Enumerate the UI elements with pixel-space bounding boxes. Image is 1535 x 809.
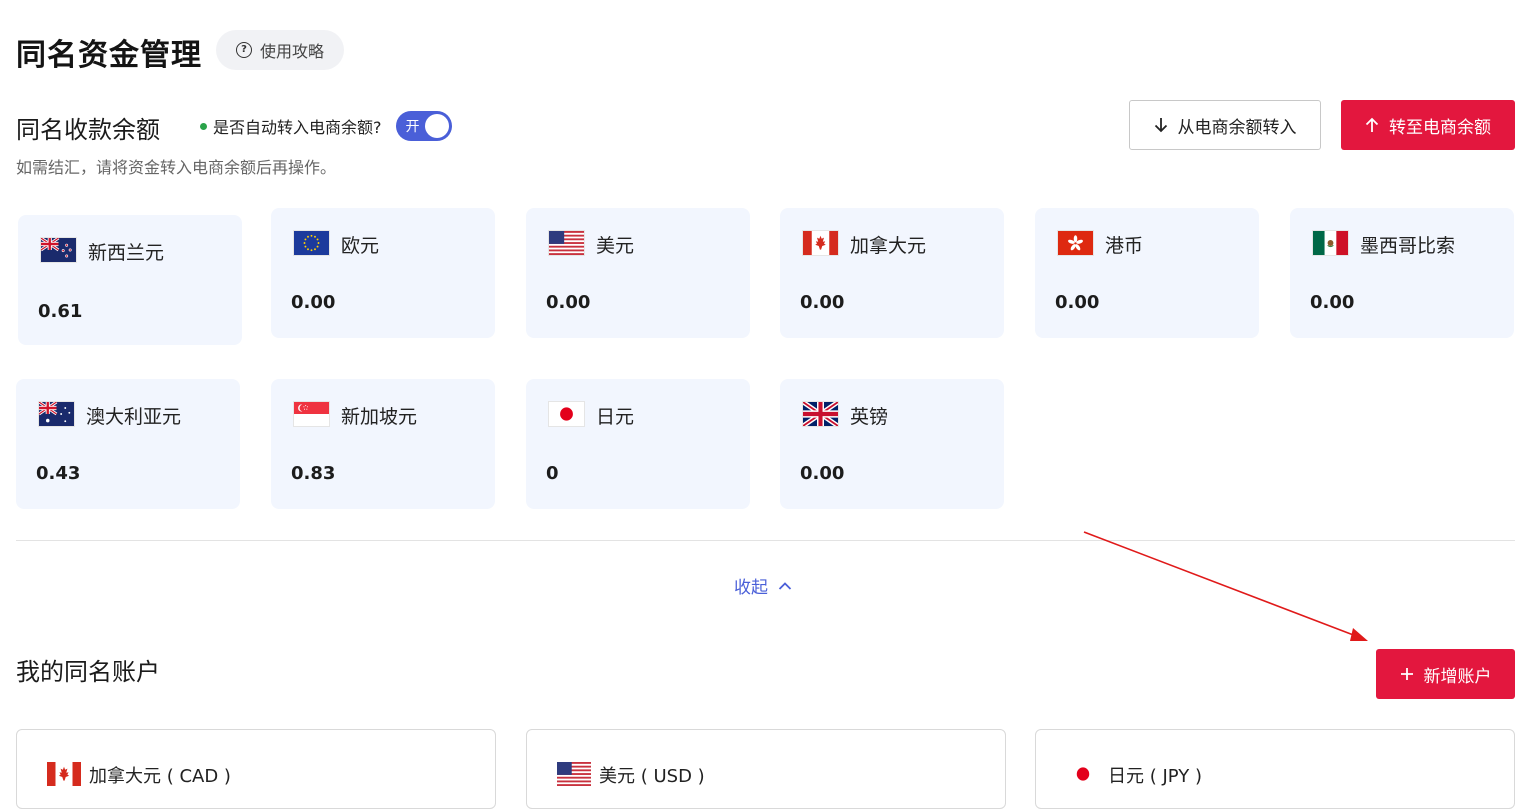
currency-name: 新西兰元 [88, 242, 165, 264]
currency-name: 英镑 [850, 406, 889, 428]
currency-amount: 0.43 [36, 463, 81, 484]
au-flag-icon [38, 401, 75, 427]
currency-card-eur[interactable]: 欧元 0.00 [271, 208, 495, 338]
ca-flag-icon [802, 230, 839, 256]
section-divider [16, 540, 1515, 541]
chevron-up-icon [778, 581, 792, 590]
currency-card-hkd[interactable]: 港币 0.00 [1035, 208, 1259, 338]
currency-card-cad[interactable]: 加拿大元 0.00 [780, 208, 1004, 338]
usage-guide-label: 使用攻略 [259, 42, 324, 61]
currency-name: 加拿大元 [850, 235, 927, 257]
arrow-down-icon [1154, 118, 1167, 133]
currency-amount: 0.61 [38, 301, 83, 322]
account-card-jpy[interactable]: 日元 ( JPY ) [1035, 729, 1515, 809]
mx-flag-icon [1312, 230, 1349, 256]
currency-amount: 0.00 [291, 292, 336, 313]
collapse-toggle[interactable]: 收起 [734, 573, 792, 598]
currency-card-mxn[interactable]: 墨西哥比索 0.00 [1290, 208, 1514, 338]
us-flag-icon [557, 762, 591, 786]
eu-flag-icon [293, 230, 330, 256]
jp-flag-icon [1066, 762, 1100, 786]
account-name: 日元 ( JPY ) [1108, 766, 1202, 787]
currency-card-usd[interactable]: 美元 0.00 [526, 208, 750, 338]
transfer-out-label: 转至电商余额 [1389, 117, 1491, 138]
currency-name: 日元 [596, 406, 635, 428]
hk-flag-icon [1057, 230, 1094, 256]
auto-transfer-setting: 是否自动转入电商余额? 开 [200, 111, 452, 141]
sg-flag-icon [293, 401, 330, 427]
plus-icon [1400, 668, 1413, 680]
currency-name: 港币 [1105, 235, 1144, 257]
currency-amount: 0.83 [291, 463, 336, 484]
currency-card-nzd[interactable]: 新西兰元 0.61 [18, 215, 242, 345]
collapse-label: 收起 [734, 578, 768, 598]
annotation-arrow-head [1350, 628, 1368, 641]
transfer-out-button[interactable]: 转至电商余额 [1341, 100, 1515, 150]
currency-amount: 0.00 [1310, 292, 1355, 313]
arrow-up-icon [1365, 117, 1379, 132]
currency-card-gbp[interactable]: 英镑 0.00 [780, 379, 1004, 509]
add-account-button[interactable]: 新增账户 [1376, 649, 1515, 699]
currency-card-sgd[interactable]: 新加坡元 0.83 [271, 379, 495, 509]
account-card-cad[interactable]: 加拿大元 ( CAD ) [16, 729, 496, 809]
account-card-usd[interactable]: 美元 ( USD ) [526, 729, 1006, 809]
page-title: 同名资金管理 [16, 38, 202, 73]
currency-name: 澳大利亚元 [86, 406, 182, 428]
toggle-label: 开 [405, 119, 420, 135]
jp-flag-icon [548, 401, 585, 427]
account-name: 加拿大元 ( CAD ) [89, 766, 231, 787]
auto-transfer-toggle[interactable]: 开 [395, 111, 452, 141]
gb-flag-icon [802, 401, 839, 427]
exchange-hint: 如需结汇，请将资金转入电商余额后再操作。 [16, 158, 337, 177]
nz-flag-icon [40, 237, 77, 263]
currency-amount: 0.00 [800, 292, 845, 313]
currency-amount: 0.00 [800, 463, 845, 484]
account-name: 美元 ( USD ) [599, 766, 705, 787]
question-circle-icon: ? [235, 42, 252, 58]
annotation-arrow-line [1083, 531, 1357, 637]
transfer-in-label: 从电商余额转入 [1177, 117, 1297, 138]
currency-amount: 0 [546, 463, 559, 484]
auto-transfer-label: 是否自动转入电商余额? [213, 118, 382, 137]
accounts-section-title: 我的同名账户 [16, 658, 160, 686]
currency-name: 新加坡元 [341, 406, 418, 428]
currency-name: 美元 [596, 235, 635, 257]
status-dot-icon [200, 122, 207, 130]
currency-card-jpy[interactable]: 日元 0 [526, 379, 750, 509]
currency-name: 欧元 [341, 235, 380, 257]
currency-name: 墨西哥比索 [1360, 235, 1456, 257]
currency-amount: 0.00 [546, 292, 591, 313]
currency-card-aud[interactable]: 澳大利亚元 0.43 [16, 379, 240, 509]
transfer-in-button[interactable]: 从电商余额转入 [1129, 100, 1321, 150]
us-flag-icon [548, 230, 585, 256]
toggle-knob [424, 114, 449, 138]
ca-flag-icon [47, 762, 81, 786]
usage-guide-button[interactable]: ? 使用攻略 [216, 30, 344, 70]
balance-section-title: 同名收款余额 [16, 116, 160, 144]
add-account-label: 新增账户 [1423, 666, 1492, 687]
currency-amount: 0.00 [1055, 292, 1100, 313]
